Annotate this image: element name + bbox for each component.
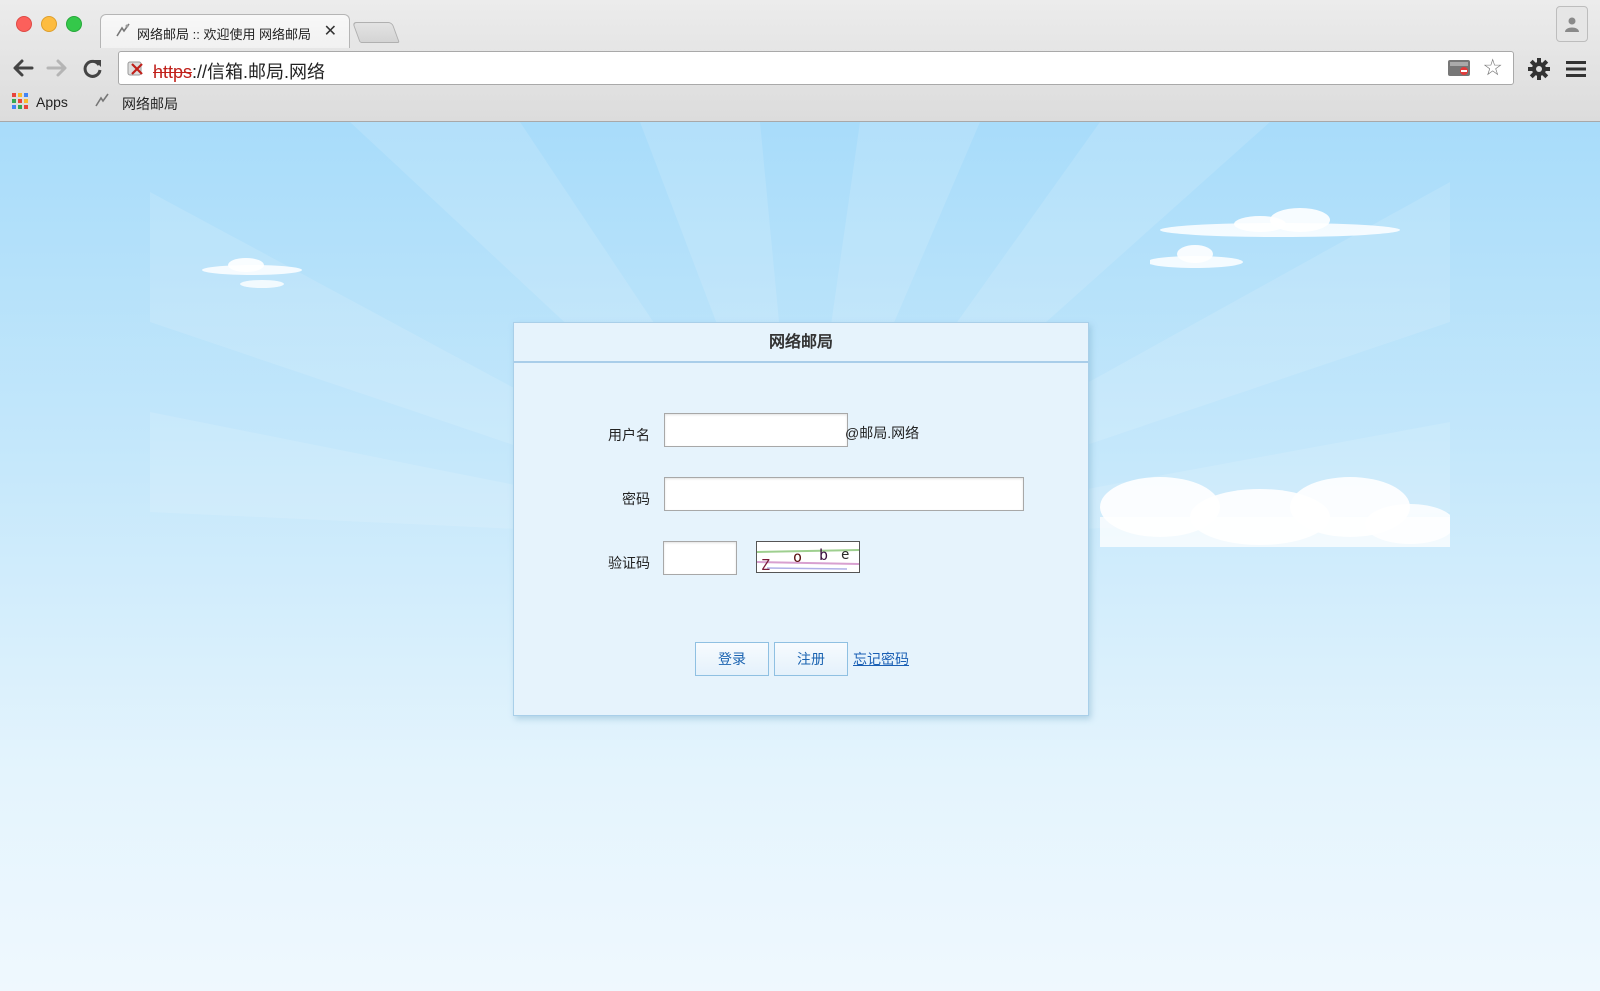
apps-grid-icon bbox=[12, 93, 28, 109]
close-window-button[interactable] bbox=[16, 16, 32, 32]
profile-button[interactable] bbox=[1556, 6, 1588, 42]
cloud-small-left bbox=[202, 258, 302, 288]
forgot-password-link[interactable]: 忘记密码 bbox=[853, 649, 909, 669]
person-icon bbox=[1565, 17, 1579, 32]
tab-title: 网络邮局 :: 欢迎使用 网络邮局 bbox=[137, 27, 312, 42]
svg-text:Z: Z bbox=[761, 556, 770, 572]
arrow-right-icon bbox=[46, 59, 67, 77]
password-label: 密码 bbox=[622, 491, 650, 507]
bookmark-mail-site[interactable]: 网络邮局 bbox=[122, 94, 178, 114]
hamburger-icon bbox=[1566, 61, 1586, 77]
svg-text:o: o bbox=[793, 548, 802, 566]
register-button[interactable]: 注册 bbox=[774, 642, 848, 676]
cloud-right-lower bbox=[1100, 477, 1450, 547]
settings-button[interactable] bbox=[1526, 56, 1552, 82]
login-panel-title: 网络邮局 bbox=[514, 323, 1088, 363]
extension-icon[interactable] bbox=[1447, 57, 1471, 79]
reload-icon bbox=[83, 59, 102, 78]
back-button[interactable] bbox=[10, 56, 36, 80]
browser-tab-active[interactable]: 网络邮局 :: 欢迎使用 网络邮局 ✕ bbox=[100, 14, 350, 48]
zoom-window-button[interactable] bbox=[66, 16, 82, 32]
url-scheme: https bbox=[153, 62, 193, 82]
captcha-label: 验证码 bbox=[608, 555, 650, 571]
insecure-lock-icon[interactable] bbox=[127, 59, 145, 77]
bookmark-favicon-icon bbox=[94, 92, 110, 111]
minimize-window-button[interactable] bbox=[41, 16, 57, 32]
reload-button[interactable] bbox=[80, 56, 106, 80]
favicon-icon bbox=[115, 22, 131, 38]
captcha-image[interactable]: Z o b e bbox=[756, 541, 860, 573]
arrow-left-icon bbox=[13, 59, 34, 77]
bookmark-apps[interactable]: Apps bbox=[36, 94, 68, 110]
password-input[interactable] bbox=[664, 477, 1024, 511]
login-panel: 网络邮局 用户名 @邮局.网络 密码 验证码 Z o b e 登录 注册 忘记密… bbox=[513, 322, 1089, 716]
bookmark-star-icon[interactable]: ☆ bbox=[1482, 54, 1503, 81]
gear-icon bbox=[1528, 58, 1550, 80]
new-tab-button[interactable] bbox=[352, 22, 400, 43]
url-text: https://信箱.邮局.网络 bbox=[153, 58, 325, 84]
address-bar[interactable]: https://信箱.邮局.网络 ☆ bbox=[118, 51, 1514, 85]
url-host: ://信箱.邮局.网络 bbox=[192, 62, 326, 82]
tab-close-icon[interactable]: ✕ bbox=[324, 21, 337, 41]
page-content: 网络邮局 用户名 @邮局.网络 密码 验证码 Z o b e 登录 注册 忘记密… bbox=[0, 122, 1600, 991]
captcha-input[interactable] bbox=[663, 541, 737, 575]
forward-button[interactable] bbox=[44, 56, 70, 80]
domain-suffix: @邮局.网络 bbox=[845, 425, 920, 441]
cloud-right-upper bbox=[1150, 208, 1400, 268]
svg-text:e: e bbox=[841, 547, 849, 563]
menu-button[interactable] bbox=[1564, 56, 1590, 82]
username-label: 用户名 bbox=[608, 427, 650, 443]
browser-chrome: 网络邮局 :: 欢迎使用 网络邮局 ✕ https://信箱.邮局.网络 ☆ A… bbox=[0, 0, 1600, 122]
login-button[interactable]: 登录 bbox=[695, 642, 769, 676]
username-input[interactable] bbox=[664, 413, 848, 447]
svg-text:b: b bbox=[819, 546, 828, 564]
